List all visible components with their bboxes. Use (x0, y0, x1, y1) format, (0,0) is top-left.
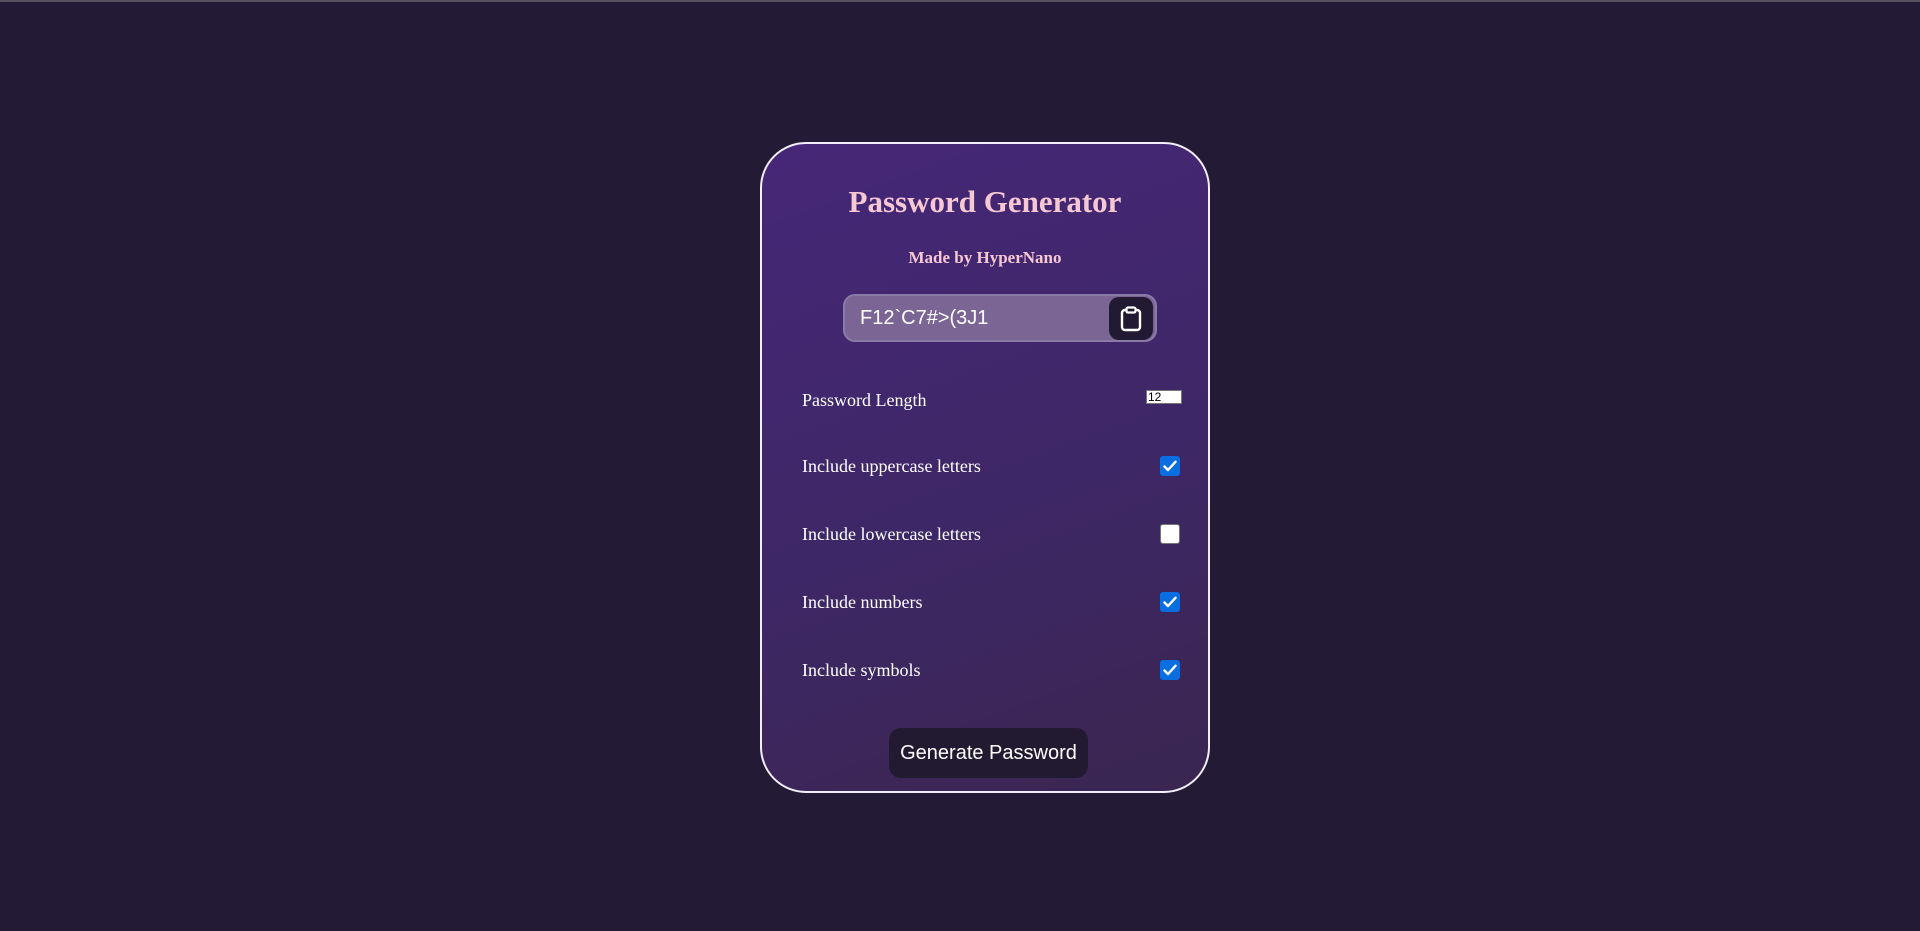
password-generator-card: Password Generator Made by HyperNano F12… (760, 142, 1210, 793)
page-subtitle: Made by HyperNano (908, 248, 1062, 267)
symbols-row: Include symbols (802, 658, 1182, 682)
uppercase-label: Include uppercase letters (802, 455, 981, 476)
page-title: Password Generator (848, 184, 1122, 219)
numbers-label: Include numbers (802, 591, 923, 612)
numbers-row: Include numbers (802, 590, 1182, 614)
password-length-row: Password Length 12 (802, 388, 1182, 412)
password-length-input[interactable]: 12 (1146, 390, 1182, 404)
checkmark-icon (1163, 460, 1177, 472)
lowercase-checkbox[interactable] (1160, 524, 1180, 544)
password-length-label: Password Length (802, 389, 927, 410)
uppercase-checkbox[interactable] (1160, 456, 1180, 476)
copy-button[interactable] (1109, 297, 1153, 340)
password-display[interactable]: F12`C7#>(3J1 (843, 294, 1157, 342)
lowercase-row: Include lowercase letters (802, 522, 1182, 546)
clipboard-icon (1120, 305, 1142, 331)
numbers-checkbox[interactable] (1160, 592, 1180, 612)
symbols-checkbox[interactable] (1160, 660, 1180, 680)
checkmark-icon (1163, 596, 1177, 608)
generate-password-button[interactable]: Generate Password (889, 728, 1088, 778)
uppercase-row: Include uppercase letters (802, 454, 1182, 478)
window-top-border (0, 0, 1920, 2)
symbols-label: Include symbols (802, 659, 921, 680)
lowercase-label: Include lowercase letters (802, 523, 981, 544)
checkmark-icon (1163, 664, 1177, 676)
